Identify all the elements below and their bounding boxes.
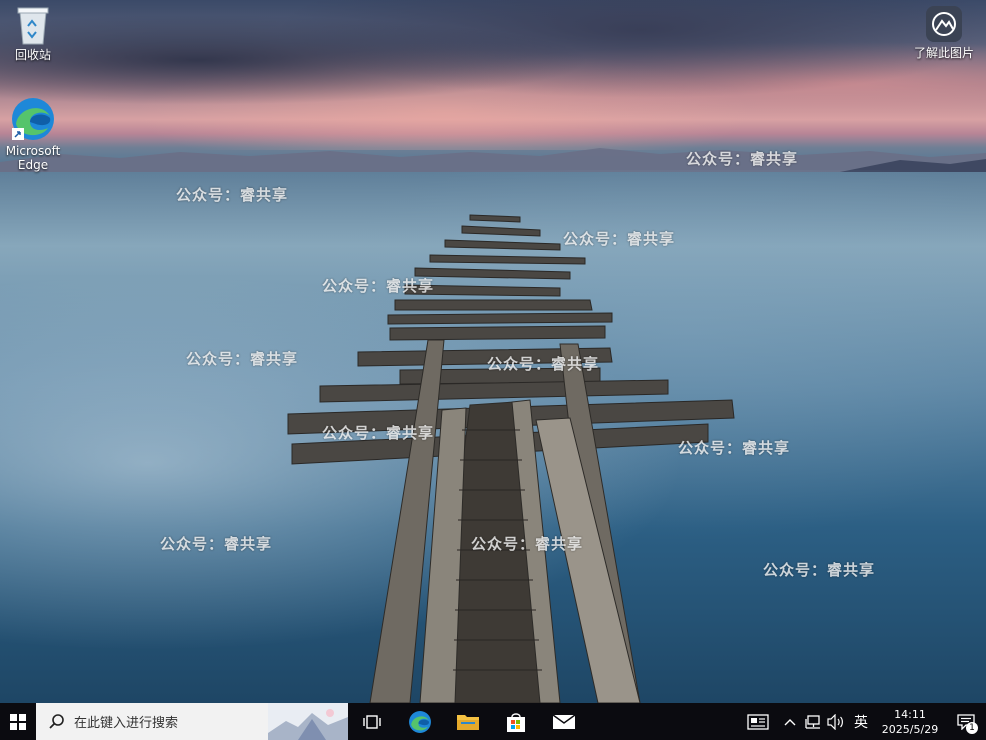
watermark: 公众号：睿共享: [487, 355, 600, 373]
desktop-icon-label: 了解此图片: [913, 46, 974, 60]
watermark: 公众号：睿共享: [322, 277, 435, 295]
taskbar-mail[interactable]: [540, 703, 588, 740]
search-highlight-image: [268, 703, 348, 740]
desktop-icon-recycle-bin[interactable]: 回收站: [0, 4, 70, 62]
recycle-bin-icon: [17, 7, 49, 45]
tray-volume[interactable]: [824, 703, 848, 740]
task-view-icon: [363, 714, 381, 729]
watermark: 公众号：睿共享: [186, 350, 299, 368]
clock-time: 14:11: [894, 707, 926, 721]
watermark: 公众号：睿共享: [563, 230, 676, 248]
taskbar-file-explorer[interactable]: [444, 703, 492, 740]
search-icon: [49, 713, 64, 729]
windows-logo-icon: [10, 713, 26, 730]
watermark: 公众号：睿共享: [763, 561, 876, 579]
news-icon: [747, 713, 769, 730]
store-icon: [507, 712, 525, 732]
watermark: 公众号：睿共享: [160, 535, 273, 553]
edge-icon: [409, 710, 431, 733]
learn-about-picture-icon: [926, 6, 962, 42]
chevron-up-icon: [784, 718, 796, 725]
notification-badge: 1: [966, 722, 978, 734]
watermark: 公众号：睿共享: [678, 439, 791, 457]
taskbar-edge[interactable]: [396, 703, 444, 740]
desktop-icon-edge[interactable]: Microsoft Edge: [0, 96, 70, 172]
tray-clock[interactable]: 14:11 2025/5/29: [874, 703, 946, 740]
tray-input-method[interactable]: 英: [848, 703, 874, 740]
system-tray: 英 14:11 2025/5/29 1: [738, 703, 986, 740]
taskbar-microsoft-store[interactable]: [492, 703, 540, 740]
taskbar: 在此键入进行搜索 英 14:11 2025/5/29 1: [0, 703, 986, 740]
desktop-icon-label: 回收站: [14, 48, 51, 62]
tray-notifications[interactable]: 1: [946, 703, 986, 740]
clock-date: 2025/5/29: [881, 722, 939, 736]
mail-icon: [552, 713, 576, 729]
desktop-wallpaper[interactable]: [0, 0, 986, 703]
desktop-icon-label: Microsoft Edge: [5, 144, 61, 172]
search-box[interactable]: 在此键入进行搜索: [36, 703, 348, 740]
edge-icon: [12, 98, 54, 140]
tray-network[interactable]: [802, 703, 824, 740]
watermark: 公众号：睿共享: [176, 186, 289, 204]
start-button[interactable]: [0, 703, 36, 740]
desktop-icon-learn-about-picture[interactable]: 了解此图片: [905, 4, 983, 60]
taskbar-task-view[interactable]: [348, 703, 396, 740]
tray-show-hidden-icons[interactable]: [778, 703, 802, 740]
wallpaper-pier: [287, 214, 735, 703]
watermark: 公众号：睿共享: [686, 150, 799, 168]
folder-icon: [457, 714, 479, 730]
watermark: 公众号：睿共享: [322, 424, 435, 442]
watermark: 公众号：睿共享: [471, 535, 584, 553]
tray-news-widget[interactable]: [738, 703, 778, 740]
search-placeholder: 在此键入进行搜索: [74, 716, 179, 731]
volume-icon: [827, 713, 843, 730]
network-icon: [805, 714, 820, 729]
